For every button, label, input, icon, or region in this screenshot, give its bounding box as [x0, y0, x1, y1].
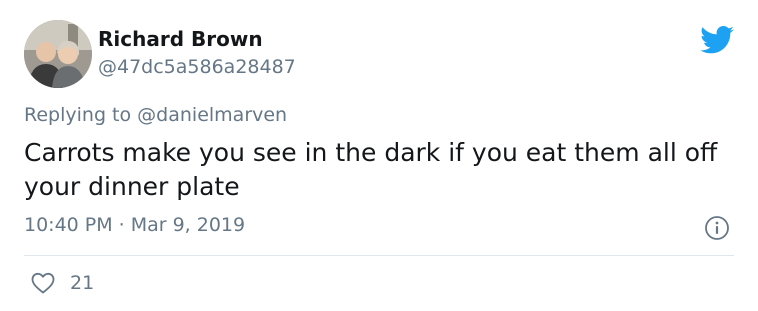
divider — [24, 255, 734, 256]
tweet-time[interactable]: 10:40 PM — [24, 214, 113, 236]
like-count: 21 — [70, 272, 95, 294]
tweet-date[interactable]: Mar 9, 2019 — [131, 214, 245, 236]
replying-to-line: Replying to @danielmarven — [24, 104, 287, 126]
twitter-bird-icon[interactable] — [700, 26, 734, 54]
info-icon[interactable] — [704, 215, 730, 241]
author-handle[interactable]: @47dc5a586a28487 — [98, 56, 296, 78]
tweet-card: Richard Brown @47dc5a586a28487 Replying … — [0, 0, 758, 311]
replying-to-label: Replying to — [24, 104, 132, 126]
tweet-text: Carrots make you see in the dark if you … — [24, 138, 718, 201]
heart-icon[interactable] — [30, 271, 56, 295]
tweet-timestamp[interactable]: 10:40 PM · Mar 9, 2019 — [24, 214, 245, 236]
meta-separator: · — [118, 214, 125, 236]
author-name[interactable]: Richard Brown — [98, 27, 263, 51]
avatar[interactable] — [24, 20, 92, 88]
replying-to-mention-link[interactable]: @danielmarven — [137, 104, 287, 126]
